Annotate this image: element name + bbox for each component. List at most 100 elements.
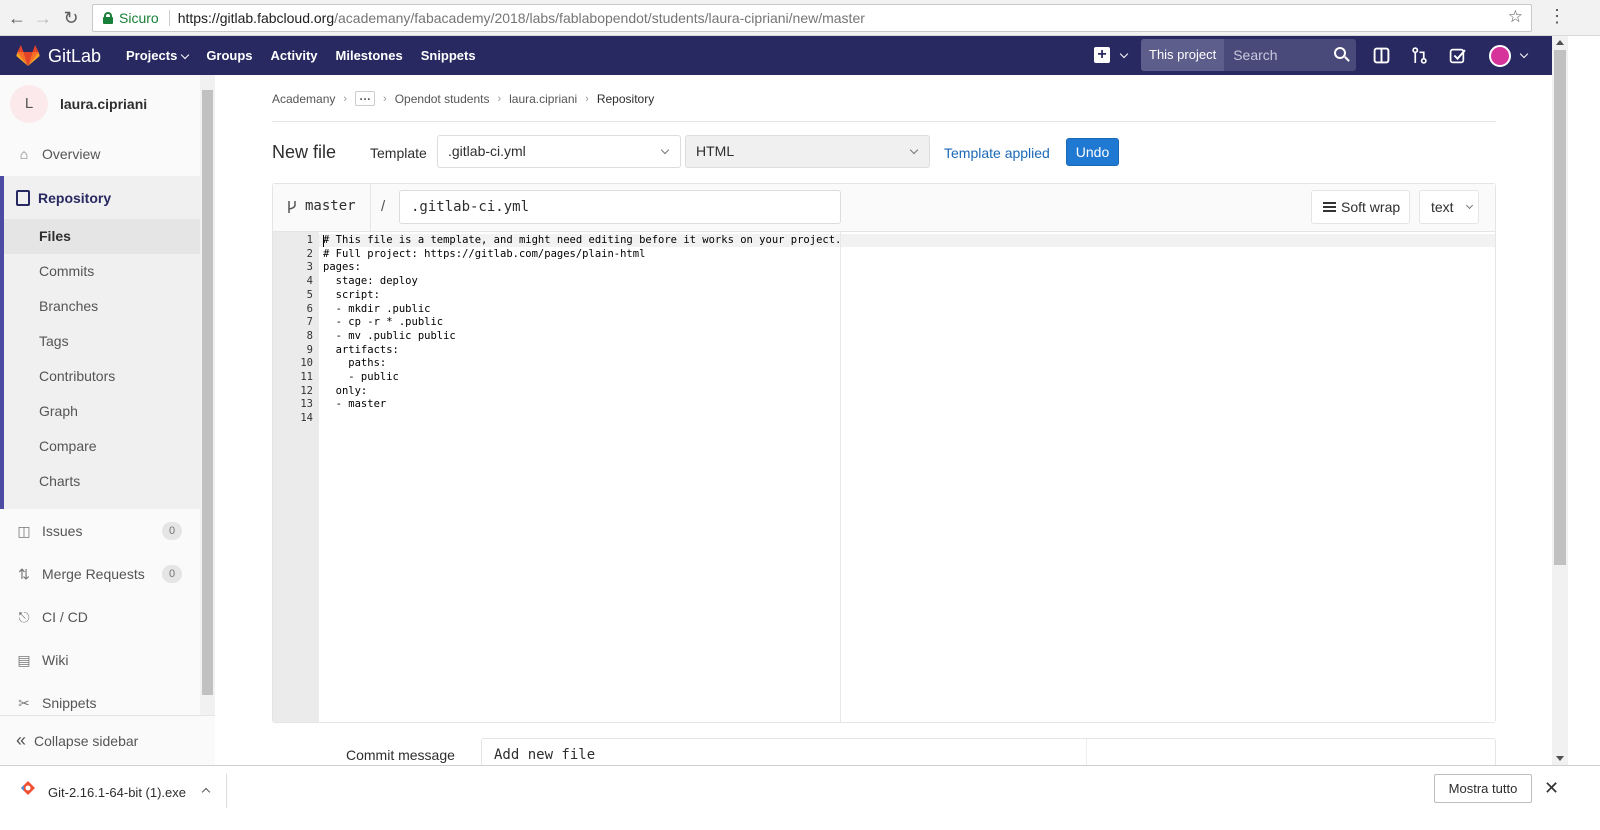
file-editor: master / .gitlab-ci.yml Soft wrap text 1… (272, 183, 1496, 723)
nav-projects[interactable]: Projects (126, 48, 190, 63)
sidebar-item-graph[interactable]: Graph (4, 394, 200, 429)
sidebar-scrollbar[interactable] (200, 75, 215, 715)
divider (370, 184, 371, 232)
sidebar-item-compare[interactable]: Compare (4, 429, 200, 464)
url-path: /academany/fabacademy/2018/labs/fablabop… (334, 10, 865, 26)
installer-file-icon (21, 781, 35, 795)
user-avatar[interactable] (1489, 45, 1511, 67)
chevron-down-icon[interactable] (1119, 49, 1129, 59)
document-icon (16, 189, 30, 206)
show-all-button[interactable]: Mostra tutto (1434, 774, 1532, 803)
sidebar-item-merge-requests[interactable]: ⇅ Merge Requests 0 (0, 554, 200, 594)
line-number: 3 (306, 261, 313, 274)
sidebar-item-tags[interactable]: Tags (4, 324, 200, 359)
sidebar-item-repository[interactable]: Repository (0, 176, 200, 219)
breadcrumb-academany[interactable]: Academany (272, 92, 335, 106)
browser-menu-icon[interactable]: ⋮ (1548, 6, 1566, 27)
url-host: https://gitlab.fabcloud.org (177, 10, 335, 26)
back-arrow-icon[interactable]: ← (6, 7, 28, 29)
commit-message-value: Add new file (494, 747, 596, 763)
mr-count-badge: 0 (162, 565, 182, 583)
template-type-dropdown[interactable]: HTML (685, 135, 930, 168)
sidebar-item-cicd[interactable]: ⎋ CI / CD (0, 597, 200, 637)
breadcrumb-separator-icon: › (343, 92, 348, 105)
sidebar-item-branches[interactable]: Branches (4, 289, 200, 324)
line-number: 9 (306, 343, 313, 356)
page-scrollbar[interactable] (1552, 36, 1568, 765)
scroll-down-arrow-icon[interactable] (1556, 756, 1564, 761)
chevron-down-icon (909, 145, 919, 155)
sidebar-scroll-thumb[interactable] (202, 90, 213, 695)
divider (226, 774, 227, 808)
nav-snippets[interactable]: Snippets (421, 48, 476, 63)
soft-wrap-label: Soft wrap (1341, 199, 1401, 215)
breadcrumb-ellipsis-button[interactable]: … (355, 90, 376, 106)
main-content: Academany › … › Opendot students › laura… (272, 75, 1496, 779)
breadcrumb-separator-icon: › (383, 92, 387, 105)
commit-message-label: Commit message (346, 747, 455, 763)
chevron-up-icon[interactable] (201, 787, 211, 797)
editor-mode-dropdown[interactable]: text (1419, 190, 1479, 224)
todo-check-icon[interactable] (1449, 47, 1466, 64)
forward-arrow-icon[interactable]: → (32, 7, 54, 29)
nav-activity[interactable]: Activity (271, 48, 318, 63)
template-type-value: HTML (696, 143, 735, 159)
bookmark-star-icon[interactable]: ☆ (1508, 7, 1523, 27)
nav-groups[interactable]: Groups (206, 48, 252, 63)
sidebar-item-contributors[interactable]: Contributors (4, 359, 200, 394)
secure-label: Sicuro (119, 10, 170, 26)
line-number: 13 (300, 398, 313, 411)
gitlab-logo-icon[interactable] (16, 45, 40, 67)
browser-toolbar: ← → ↻ Sicuro https://gitlab.fabcloud.org… (0, 0, 1600, 36)
file-name-input[interactable]: .gitlab-ci.yml (399, 190, 841, 224)
reload-icon[interactable]: ↻ (60, 7, 82, 29)
search-icon[interactable] (1334, 47, 1346, 59)
project-name: laura.cipriani (60, 96, 148, 112)
sidebar-item-label: Wiki (42, 652, 69, 668)
divider (272, 121, 1496, 122)
new-plus-icon[interactable]: + (1094, 47, 1110, 63)
sidebar-item-overview[interactable]: ⌂ Overview (0, 134, 200, 174)
code-line: artifacts: (323, 343, 399, 356)
sidebar-item-charts[interactable]: Charts (4, 464, 200, 499)
breadcrumb-user[interactable]: laura.cipriani (509, 92, 577, 106)
sidebar-item-wiki[interactable]: ▤ Wiki (0, 640, 200, 680)
code-line: - cp -r * .public (323, 316, 444, 329)
breadcrumb-opendot[interactable]: Opendot students (395, 92, 490, 106)
template-dropdown[interactable]: .gitlab-ci.yml (437, 135, 681, 168)
chevron-down-icon[interactable] (1519, 49, 1529, 59)
collapse-sidebar-label: Collapse sidebar (34, 732, 139, 749)
sidebar-project-header[interactable]: L laura.cipriani (0, 75, 200, 133)
breadcrumb-current[interactable]: Repository (597, 92, 654, 106)
nav-milestones[interactable]: Milestones (336, 48, 403, 63)
sidebar-item-issues[interactable]: ◫ Issues 0 (0, 511, 200, 551)
undo-button[interactable]: Undo (1066, 138, 1119, 166)
close-icon[interactable]: ✕ (1544, 778, 1559, 799)
soft-wrap-icon (1323, 202, 1336, 212)
page-scroll-thumb[interactable] (1554, 50, 1566, 565)
address-bar[interactable]: Sicuro https://gitlab.fabcloud.org/acade… (92, 4, 1532, 32)
brand-name[interactable]: GitLab (48, 46, 101, 67)
line-number: 4 (306, 275, 313, 288)
code-editor-area[interactable]: # This file is a template, and might nee… (319, 232, 1495, 722)
download-file-name[interactable]: Git-2.16.1-64-bit (1).exe (48, 785, 186, 800)
sidebar-item-commits[interactable]: Commits (4, 254, 200, 289)
search-scope-badge[interactable]: This project (1141, 39, 1225, 71)
download-bar: Git-2.16.1-64-bit (1).exe Mostra tutto ✕ (0, 765, 1600, 830)
book-icon: ▤ (17, 652, 31, 668)
breadcrumb: Academany › … › Opendot students › laura… (272, 90, 654, 106)
line-number: 14 (300, 412, 313, 425)
breadcrumb-separator-icon: › (585, 92, 589, 105)
search-box[interactable]: This project Search (1141, 39, 1356, 71)
scroll-up-arrow-icon[interactable] (1556, 40, 1564, 45)
collapse-sidebar-button[interactable]: « Collapse sidebar (0, 715, 215, 765)
soft-wrap-button[interactable]: Soft wrap (1311, 190, 1410, 224)
code-line: # This file is a template, and might nee… (323, 234, 842, 246)
sidebar-item-files[interactable]: Files (4, 219, 200, 254)
merge-request-icon[interactable] (1411, 47, 1428, 64)
rocket-icon: ⎋ (18, 609, 30, 625)
sidebar-item-label: Merge Requests (42, 566, 145, 582)
issues-panel-icon[interactable] (1373, 47, 1390, 64)
template-label: Template (370, 145, 427, 161)
scissors-icon: ✂ (18, 695, 30, 711)
